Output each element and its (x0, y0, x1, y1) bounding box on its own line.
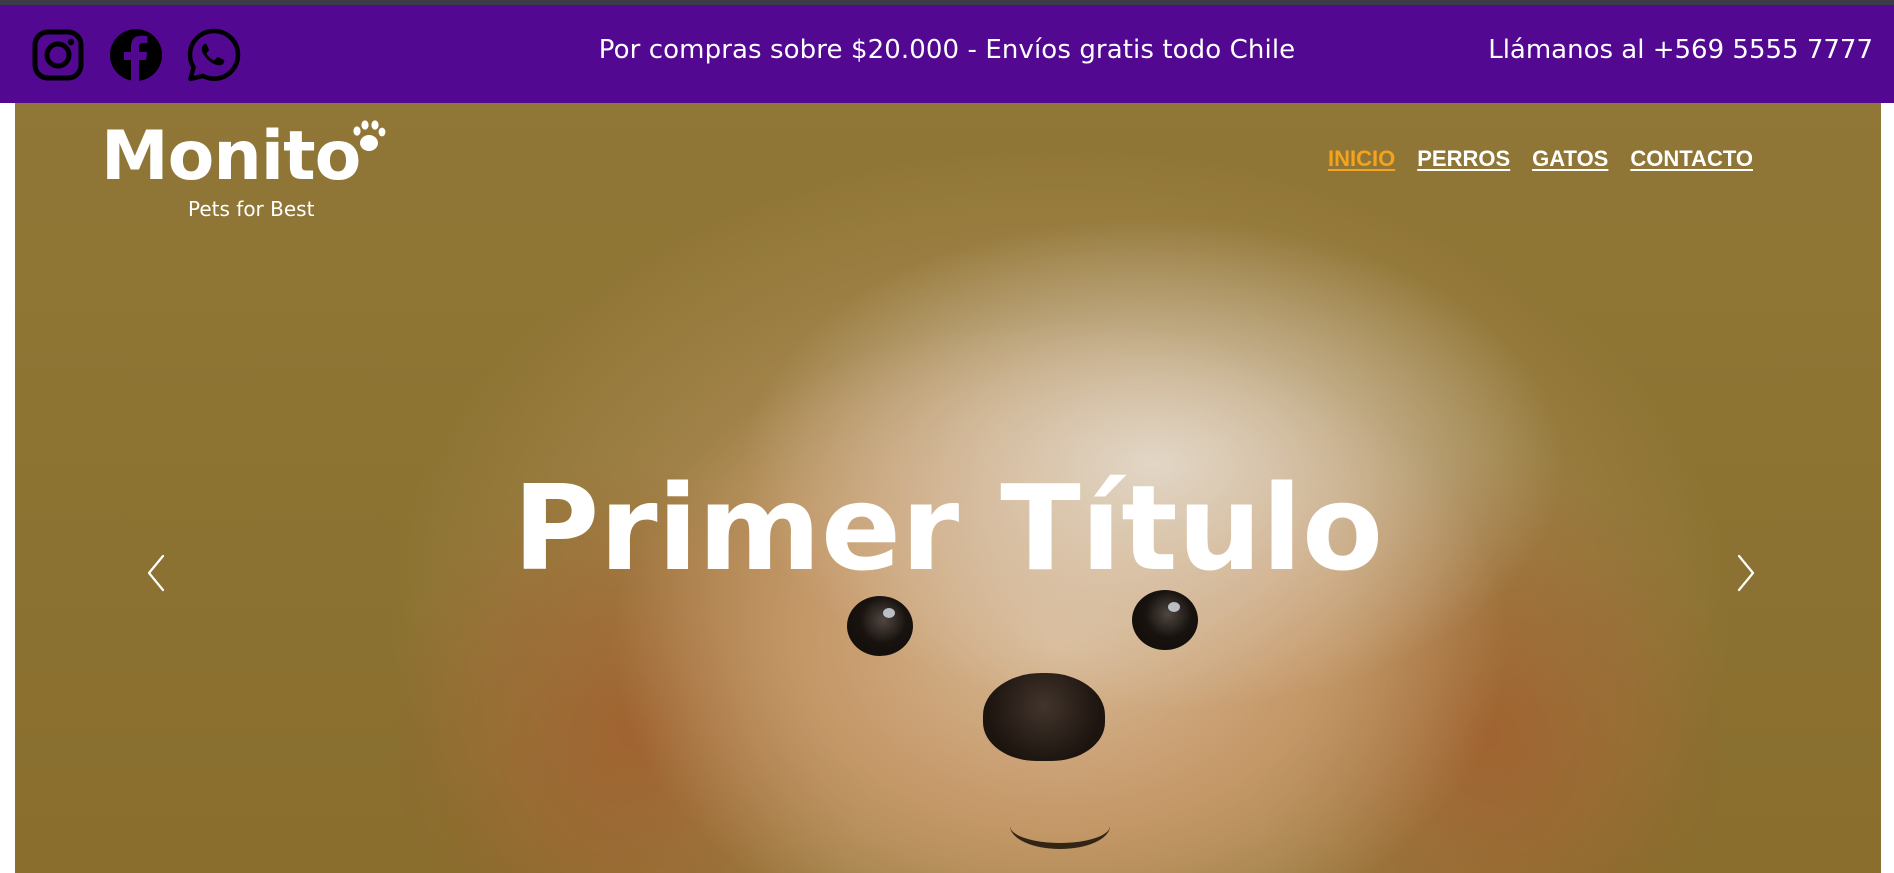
site-logo[interactable]: Monito Pets for Best (101, 117, 401, 221)
chevron-left-icon (147, 554, 165, 592)
carousel-prev-button[interactable] (141, 548, 171, 598)
nav-link-inicio[interactable]: INICIO (1328, 146, 1395, 172)
nav-link-contacto[interactable]: CONTACTO (1630, 146, 1753, 172)
logo-wordmark: Monito (101, 117, 361, 196)
chevron-right-icon (1737, 554, 1755, 592)
nav-link-gatos[interactable]: GATOS (1532, 146, 1608, 172)
main-navigation: INICIO PERROS GATOS CONTACTO (1328, 146, 1753, 172)
nav-link-perros[interactable]: PERROS (1417, 146, 1510, 172)
top-announcement-bar: Por compras sobre $20.000 - Envíos grati… (0, 5, 1894, 103)
hero-title: Primer Título (512, 459, 1384, 598)
paw-icon (353, 120, 386, 151)
logo-tagline: Pets for Best (188, 197, 315, 221)
contact-phone[interactable]: Llámanos al +569 5555 7777 (1488, 35, 1873, 65)
hero-carousel: Monito Pets for Best INICIO PERROS GATOS… (15, 103, 1881, 873)
carousel-next-button[interactable] (1731, 548, 1761, 598)
